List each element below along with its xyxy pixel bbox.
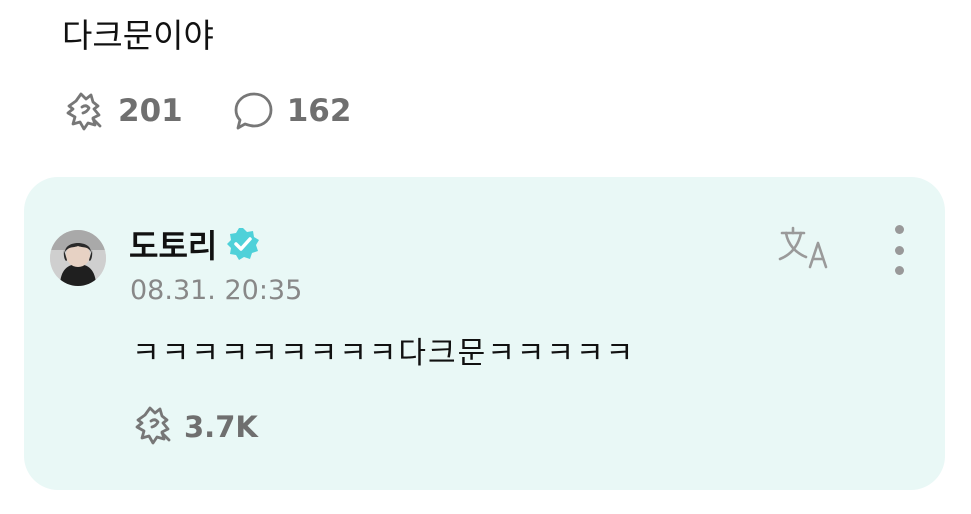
reply-text: ㅋㅋㅋㅋㅋㅋㅋㅋㅋ다크문ㅋㅋㅋㅋㅋ: [132, 336, 636, 371]
translate-icon: [776, 226, 836, 281]
translate-button[interactable]: [776, 223, 836, 277]
reply-timestamp: 08.31. 20:35: [130, 275, 303, 306]
post-text: 다크문이야: [62, 16, 214, 55]
reply-like-count: 3.7K: [184, 410, 258, 444]
more-vertical-icon: [894, 225, 904, 234]
author-name[interactable]: 도토리: [129, 221, 217, 267]
page: 다크문이야 201 162 도토리 08.31. 20:35 ㅋㅋㅋㅋㅋㅋㅋㅋㅋ…: [0, 0, 971, 514]
more-options-button[interactable]: [884, 225, 914, 275]
reply-card: 도토리 08.31. 20:35 ㅋㅋㅋㅋㅋㅋㅋㅋㅋ다크문ㅋㅋㅋㅋㅋ 3.7K: [24, 177, 945, 490]
post-like-count: 201: [118, 93, 183, 129]
comment-icon: [231, 88, 277, 134]
post-like-button[interactable]: 201: [62, 88, 183, 134]
author-row: 도토리: [129, 223, 261, 265]
post-comment-count: 162: [286, 93, 352, 129]
avatar[interactable]: [50, 230, 106, 286]
verified-badge-icon: [225, 226, 261, 262]
reply-like-button[interactable]: 3.7K: [132, 403, 258, 451]
post-comment-button[interactable]: 162: [231, 88, 352, 134]
post-actions: 201 162: [62, 88, 351, 134]
like-icon: [62, 88, 108, 134]
like-icon: [132, 403, 176, 451]
